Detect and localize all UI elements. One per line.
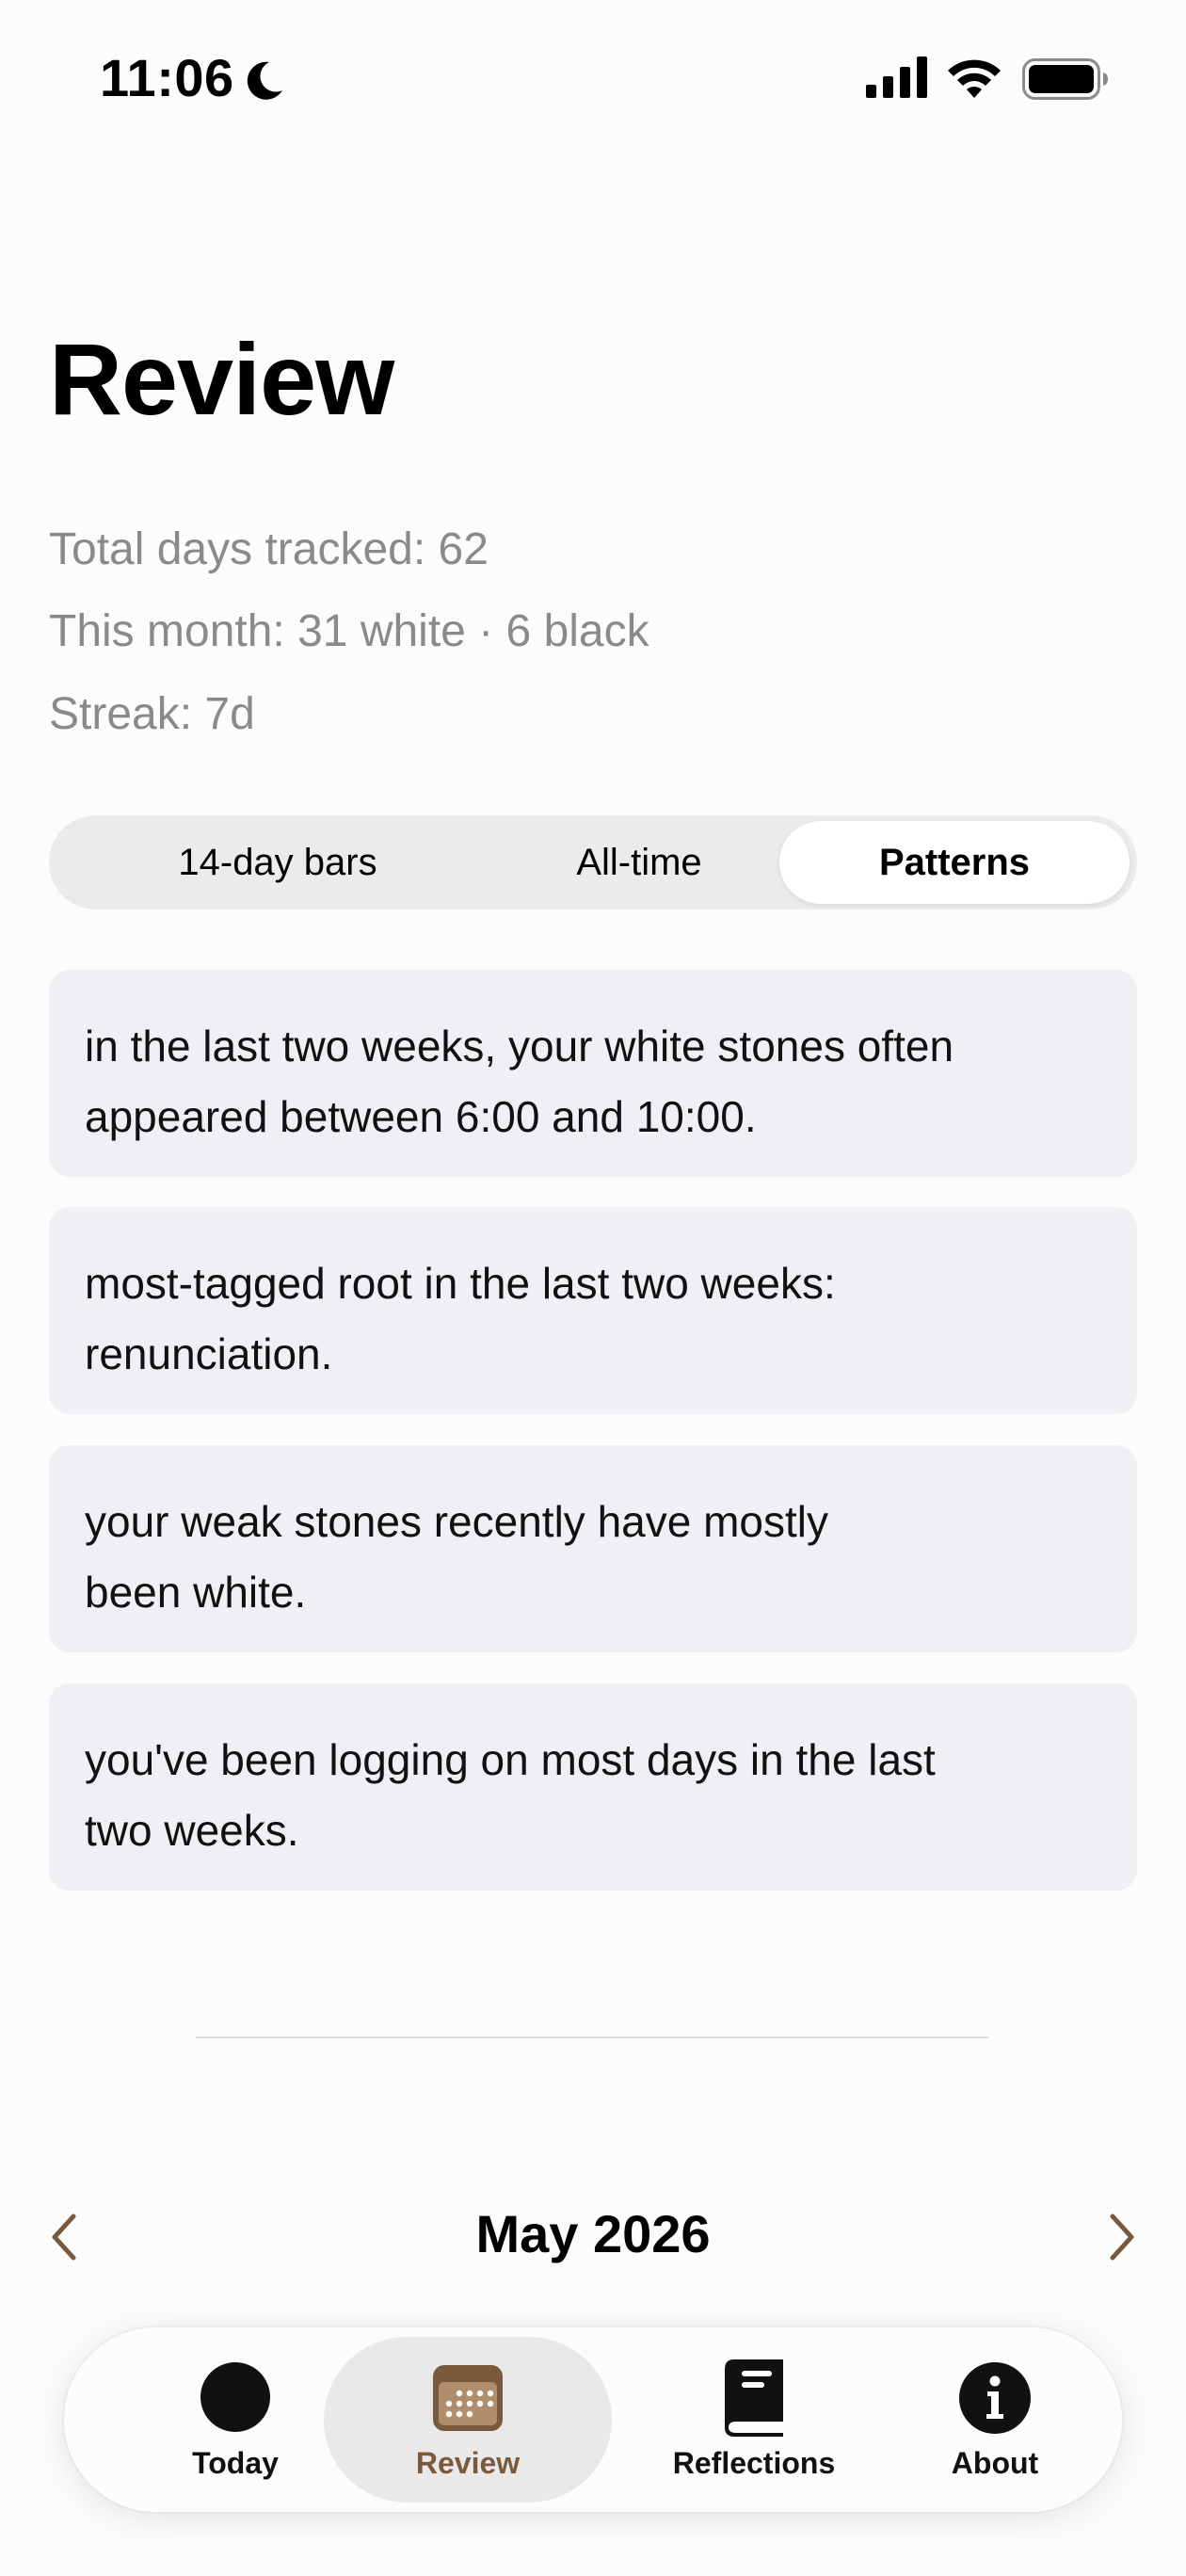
- tab-label: Review: [415, 2446, 521, 2480]
- signal-icon: [866, 56, 927, 98]
- insight-line: two weeks.: [85, 1806, 299, 1855]
- book-icon: [725, 2359, 783, 2437]
- chevron-right-icon[interactable]: [1103, 2209, 1141, 2265]
- month-label: May 2026: [475, 2204, 711, 2263]
- battery-icon: [1022, 58, 1108, 100]
- insight-line: in the last two weeks, your white stones…: [85, 1022, 954, 1071]
- insight-line: been white.: [85, 1568, 307, 1617]
- info-icon: [959, 2362, 1031, 2434]
- insight-card: you've been logging on most days in the …: [49, 1683, 1137, 1891]
- section-divider: [196, 2037, 988, 2038]
- insight-line: renunciation.: [85, 1329, 333, 1378]
- tab-label: About: [951, 2446, 1039, 2480]
- page-title: Review: [49, 322, 394, 436]
- status-time: 11:06: [100, 48, 234, 107]
- insight-line: most-tagged root in the last two weeks:: [85, 1259, 836, 1308]
- tab-label: Today: [192, 2446, 279, 2480]
- calendar-icon: [433, 2365, 503, 2431]
- tab-label: Reflections: [672, 2446, 836, 2480]
- moon-icon: [247, 61, 282, 100]
- segment-all-time[interactable]: All-time: [463, 821, 815, 904]
- black-stone-icon: [200, 2362, 270, 2432]
- insight-line: you've been logging on most days in the …: [85, 1735, 936, 1784]
- segment-14-day-bars[interactable]: 14-day bars: [102, 821, 454, 904]
- insight-line: appeared between 6:00 and 10:00.: [85, 1092, 757, 1141]
- tab-about[interactable]: About: [889, 2327, 1101, 2512]
- total-days-stat: Total days tracked: 62: [49, 524, 489, 574]
- insight-card: your weak stones recently have mostly be…: [49, 1445, 1137, 1652]
- tab-reflections[interactable]: Reflections: [619, 2327, 889, 2512]
- month-summary-stat: This month: 31 white · 6 black: [49, 606, 649, 656]
- wifi-icon: [948, 59, 1001, 98]
- tab-review[interactable]: Review: [324, 2327, 612, 2512]
- insight-card: in the last two weeks, your white stones…: [49, 970, 1137, 1177]
- tab-today[interactable]: Today: [141, 2327, 329, 2512]
- tab-bar: Today Review Reflections About: [64, 2327, 1122, 2512]
- view-segmented-control: 14-day bars All-time Patterns: [49, 815, 1137, 910]
- insight-line: your weak stones recently have mostly: [85, 1497, 829, 1546]
- insight-card: most-tagged root in the last two weeks: …: [49, 1207, 1137, 1414]
- status-bar: 11:06: [0, 0, 1186, 160]
- segment-patterns[interactable]: Patterns: [779, 821, 1130, 904]
- streak-stat: Streak: 7d: [49, 689, 255, 739]
